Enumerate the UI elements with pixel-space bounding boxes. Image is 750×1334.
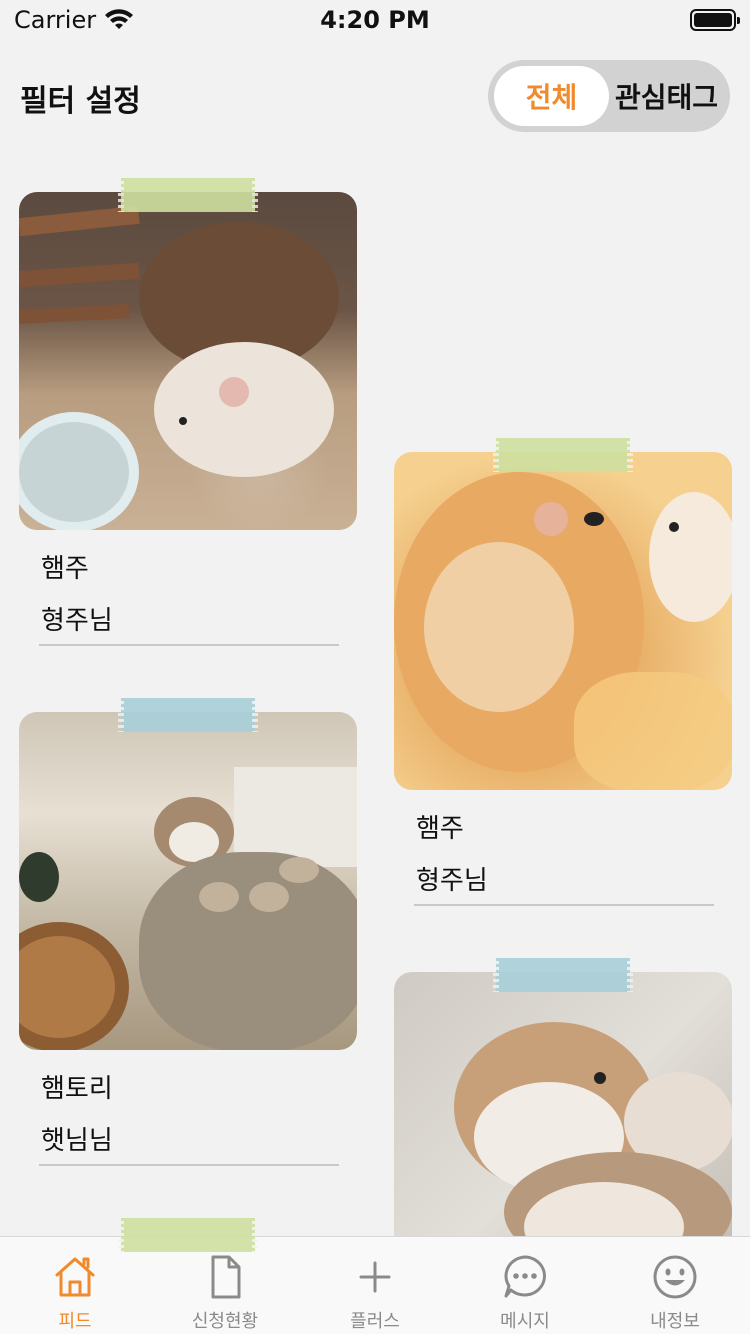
home-icon xyxy=(55,1257,95,1297)
divider xyxy=(39,644,339,646)
divider xyxy=(414,904,714,906)
divider xyxy=(39,1164,339,1166)
clock: 4:20 PM xyxy=(320,6,430,34)
filter-settings-button[interactable]: 필터 설정 xyxy=(20,76,141,120)
feed-card[interactable]: 햄주 형주님 xyxy=(19,178,357,652)
smile-icon xyxy=(653,1255,697,1299)
tab-my-info[interactable]: 내정보 xyxy=(600,1237,750,1334)
tape-decoration xyxy=(118,178,258,212)
filter-segment-control: 전체 관심태그 xyxy=(488,60,730,132)
tab-label: 메시지 xyxy=(500,1311,550,1332)
segment-all[interactable]: 전체 xyxy=(494,66,609,126)
tape-decoration xyxy=(493,958,633,992)
pet-name: 햄주 xyxy=(416,814,464,844)
tab-label: 피드 xyxy=(58,1311,92,1332)
plus-icon xyxy=(359,1261,391,1293)
tab-label: 내정보 xyxy=(650,1311,700,1332)
feed-card[interactable]: 햄주 형주님 xyxy=(394,438,732,912)
owner-name: 형주님 xyxy=(41,606,113,636)
pet-name: 햄토리 xyxy=(41,1074,113,1104)
feed-card[interactable]: 햄토리 햇님님 xyxy=(19,698,357,1172)
owner-name: 형주님 xyxy=(416,866,488,896)
tab-label: 신청현황 xyxy=(191,1311,259,1332)
tape-decoration xyxy=(118,1218,258,1252)
tab-messages[interactable]: 메시지 xyxy=(450,1237,600,1334)
tape-decoration xyxy=(118,698,258,732)
document-icon xyxy=(211,1255,241,1299)
tab-bar: 피드 신청현황 플러스 메시지 내정보 xyxy=(0,1236,750,1334)
hamster-photo xyxy=(19,192,357,530)
chat-icon xyxy=(504,1255,546,1298)
owner-name: 햇님님 xyxy=(41,1126,113,1156)
tab-plus[interactable]: 플러스 xyxy=(300,1237,450,1334)
segment-interest-tags[interactable]: 관심태그 xyxy=(609,66,724,126)
hamster-photo xyxy=(19,712,357,1050)
hamster-photo xyxy=(394,452,732,790)
tab-label: 플러스 xyxy=(350,1311,400,1332)
tape-decoration xyxy=(493,438,633,472)
pet-name: 햄주 xyxy=(41,554,89,584)
battery-icon xyxy=(690,9,740,31)
status-bar: Carrier 4:20 PM xyxy=(0,0,750,40)
